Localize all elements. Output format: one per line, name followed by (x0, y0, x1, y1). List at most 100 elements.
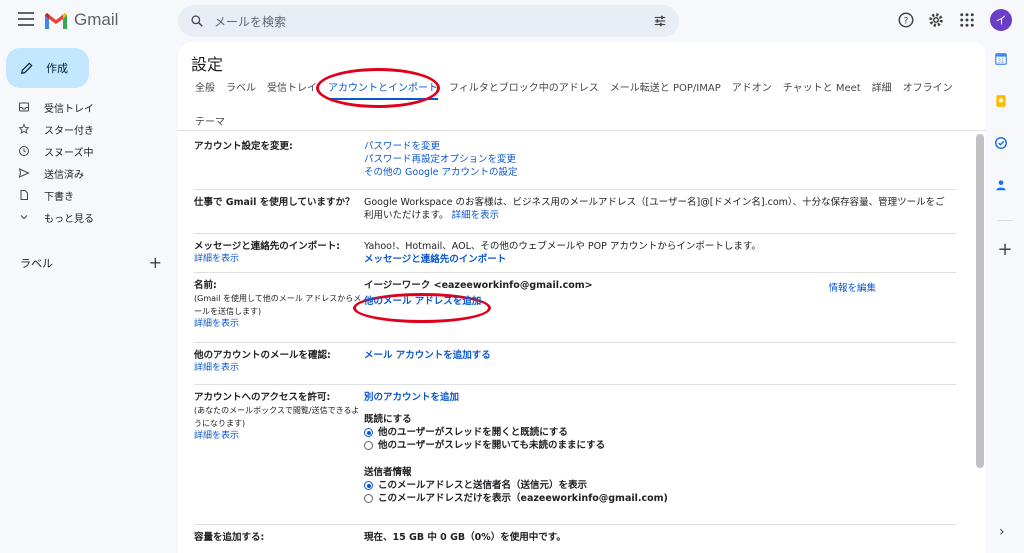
grant-access-learn-more-link[interactable]: 詳細を表示 (194, 430, 362, 443)
tasks-icon[interactable] (994, 136, 1008, 150)
import-learn-more-link[interactable]: 詳細を表示 (194, 253, 362, 266)
mark-read-heading: 既読にする (364, 414, 412, 425)
mark-read-option-1[interactable]: 他のユーザーがスレッドを開くと既読にする (364, 426, 954, 439)
tab-filters[interactable]: フィルタとブロック中のアドレス (449, 82, 599, 100)
row-change-account: アカウント設定を変更: パスワードを変更 パスワード再設定オプションを変更 その… (194, 134, 956, 190)
import-link[interactable]: メッセージと連絡先のインポート (364, 253, 954, 266)
workspace-learn-more-link[interactable]: 詳細を表示 (452, 210, 500, 221)
row-import: メッセージと連絡先のインポート: 詳細を表示 Yahoo!、Hotmail、AO… (194, 234, 956, 273)
row-label: アカウントへのアクセスを許可: (あなたのメールボックスで閲覧/送信できるように… (194, 391, 362, 443)
change-password-link[interactable]: パスワードを変更 (364, 140, 954, 153)
row-check-mail: 他のアカウントのメールを確認: 詳細を表示 メール アカウントを追加する (194, 343, 956, 385)
sender-info-heading: 送信者情報 (364, 467, 412, 478)
row-label: 容量を追加する: (194, 532, 265, 543)
tab-labels[interactable]: ラベル (226, 82, 256, 100)
send-icon (18, 168, 30, 178)
main-menu-button[interactable] (18, 12, 34, 26)
add-other-address-link[interactable]: 他のメール アドレスを追加 (364, 295, 954, 308)
row-label: アカウント設定を変更: (194, 141, 293, 152)
radio-unselected-icon[interactable] (364, 441, 373, 450)
row-value: パスワードを変更 パスワード再設定オプションを変更 その他の Google アカ… (364, 140, 954, 179)
get-addons-button[interactable]: + (994, 239, 1016, 260)
compose-label: 作成 (46, 62, 68, 75)
tab-accounts-import[interactable]: アカウントとインポート (328, 82, 438, 100)
row-grant-access: アカウントへのアクセスを許可: (あなたのメールボックスで閲覧/送信できるように… (194, 385, 956, 525)
sidebar-item-sent[interactable]: 送信済み (0, 162, 170, 184)
add-another-account-link[interactable]: 別のアカウントを追加 (364, 391, 954, 404)
row-label-text: 名前: (194, 280, 217, 291)
search-options-icon[interactable] (653, 14, 667, 28)
sidebar-item-more[interactable]: もっと見る (0, 206, 170, 228)
row-sublabel: (Gmail を使用して他のメール アドレスからメールを送信します) (194, 294, 362, 316)
change-recovery-link[interactable]: パスワード再設定オプションを変更 (364, 153, 954, 166)
row-label: 仕事で Gmail を使用していますか？ (194, 197, 355, 208)
sidebar-item-label: 受信トレイ (44, 103, 94, 115)
gmail-logo[interactable]: Gmail (44, 10, 118, 30)
chevron-down-icon (20, 215, 28, 220)
sidebar-nav: 受信トレイ スター付き スヌーズ中 送信済み 下書き もっと見る (0, 96, 170, 228)
sidebar-item-label: 送信済み (44, 169, 84, 181)
sidebar-item-inbox[interactable]: 受信トレイ (0, 96, 170, 118)
add-label-button[interactable]: + (149, 253, 162, 272)
sender-info-option-1[interactable]: このメールアドレスと送信者名（送信元）を表示 (364, 479, 954, 492)
radio-unselected-icon[interactable] (364, 494, 373, 503)
scrollbar[interactable] (976, 134, 984, 468)
row-value: 別のアカウントを追加 既読にする 他のユーザーがスレッドを開くと既読にする 他の… (364, 391, 954, 505)
gmail-m-icon (45, 12, 67, 29)
row-name: 名前: (Gmail を使用して他のメール アドレスからメールを送信します) 詳… (194, 273, 956, 343)
sidebar-item-drafts[interactable]: 下書き (0, 184, 170, 206)
row-storage: 容量を追加する: 現在、15 GB 中 0 GB（0%）を使用中です。 (194, 525, 956, 553)
tab-addons[interactable]: アドオン (732, 82, 772, 100)
sidebar-item-snoozed[interactable]: スヌーズ中 (0, 140, 170, 162)
page-title: 設定 (191, 55, 224, 74)
radio-selected-icon[interactable] (364, 481, 373, 490)
sidebar-item-label: スヌーズ中 (44, 147, 94, 159)
tab-inbox[interactable]: 受信トレイ (267, 82, 317, 100)
row-value: Yahoo!、Hotmail、AOL、その他のウェブメールや POP アカウント… (364, 240, 954, 266)
sidebar-item-label: スター付き (44, 125, 94, 137)
other-account-settings-link[interactable]: その他の Google アカウントの設定 (364, 166, 954, 179)
help-icon[interactable]: ? (897, 11, 915, 29)
row-label-text: メッセージと連絡先のインポート: (194, 241, 341, 252)
sender-info-option-2[interactable]: このメールアドレスだけを表示（eazeeworkinfo@gmail.com) (364, 492, 954, 505)
search-icon[interactable] (190, 14, 204, 28)
contacts-icon[interactable] (994, 178, 1008, 192)
row-value: Google Workspace のお客様は、ビジネス用のメールアドレス（[ユー… (364, 196, 954, 222)
chevron-right-icon[interactable]: › (999, 524, 1005, 540)
sidebar-item-starred[interactable]: スター付き (0, 118, 170, 140)
tab-offline[interactable]: オフライン (903, 82, 953, 100)
draft-icon (20, 190, 28, 200)
sidebar-item-label: もっと見る (44, 213, 94, 225)
calendar-icon[interactable]: 31 (994, 52, 1008, 66)
radio-label: このメールアドレスと送信者名（送信元）を表示 (378, 480, 588, 491)
row-label-text: アカウントへのアクセスを許可: (194, 392, 331, 403)
compose-button[interactable]: 作成 (6, 48, 89, 88)
tab-themes[interactable]: テーマ (195, 116, 225, 130)
add-mail-account-link[interactable]: メール アカウントを追加する (364, 349, 954, 362)
labels-heading: ラベル (20, 256, 53, 270)
tab-chat-meet[interactable]: チャットと Meet (783, 82, 861, 100)
apps-grid-icon[interactable] (958, 11, 976, 29)
tabs-divider (178, 130, 986, 131)
radio-label: 他のユーザーがスレッドを開いても未読のままにする (378, 440, 606, 451)
search-input[interactable]: メールを検索 (214, 13, 653, 30)
tab-advanced[interactable]: 詳細 (872, 82, 892, 100)
row-label: 名前: (Gmail を使用して他のメール アドレスからメールを送信します) 詳… (194, 279, 362, 331)
keep-icon[interactable] (994, 94, 1008, 108)
settings-gear-icon[interactable] (927, 11, 945, 29)
rail-divider (997, 220, 1013, 221)
row-label: 他のアカウントのメールを確認: 詳細を表示 (194, 349, 362, 375)
edit-info-link[interactable]: 情報を編集 (828, 280, 876, 294)
name-learn-more-link[interactable]: 詳細を表示 (194, 318, 362, 331)
tab-general[interactable]: 全般 (195, 82, 215, 100)
search-bar[interactable]: メールを検索 (178, 5, 679, 37)
mark-read-option-2[interactable]: 他のユーザーがスレッドを開いても未読のままにする (364, 439, 954, 452)
clock-icon (19, 146, 29, 156)
account-avatar[interactable]: イ (990, 9, 1012, 31)
tab-forwarding[interactable]: メール転送と POP/IMAP (610, 82, 721, 100)
row-workspace: 仕事で Gmail を使用していますか？ Google Workspace のお… (194, 190, 956, 234)
row-sublabel: (あなたのメールボックスで閲覧/送信できるようになります) (194, 406, 360, 428)
check-mail-learn-more-link[interactable]: 詳細を表示 (194, 362, 362, 375)
inbox-icon (19, 102, 29, 112)
radio-selected-icon[interactable] (364, 428, 373, 437)
